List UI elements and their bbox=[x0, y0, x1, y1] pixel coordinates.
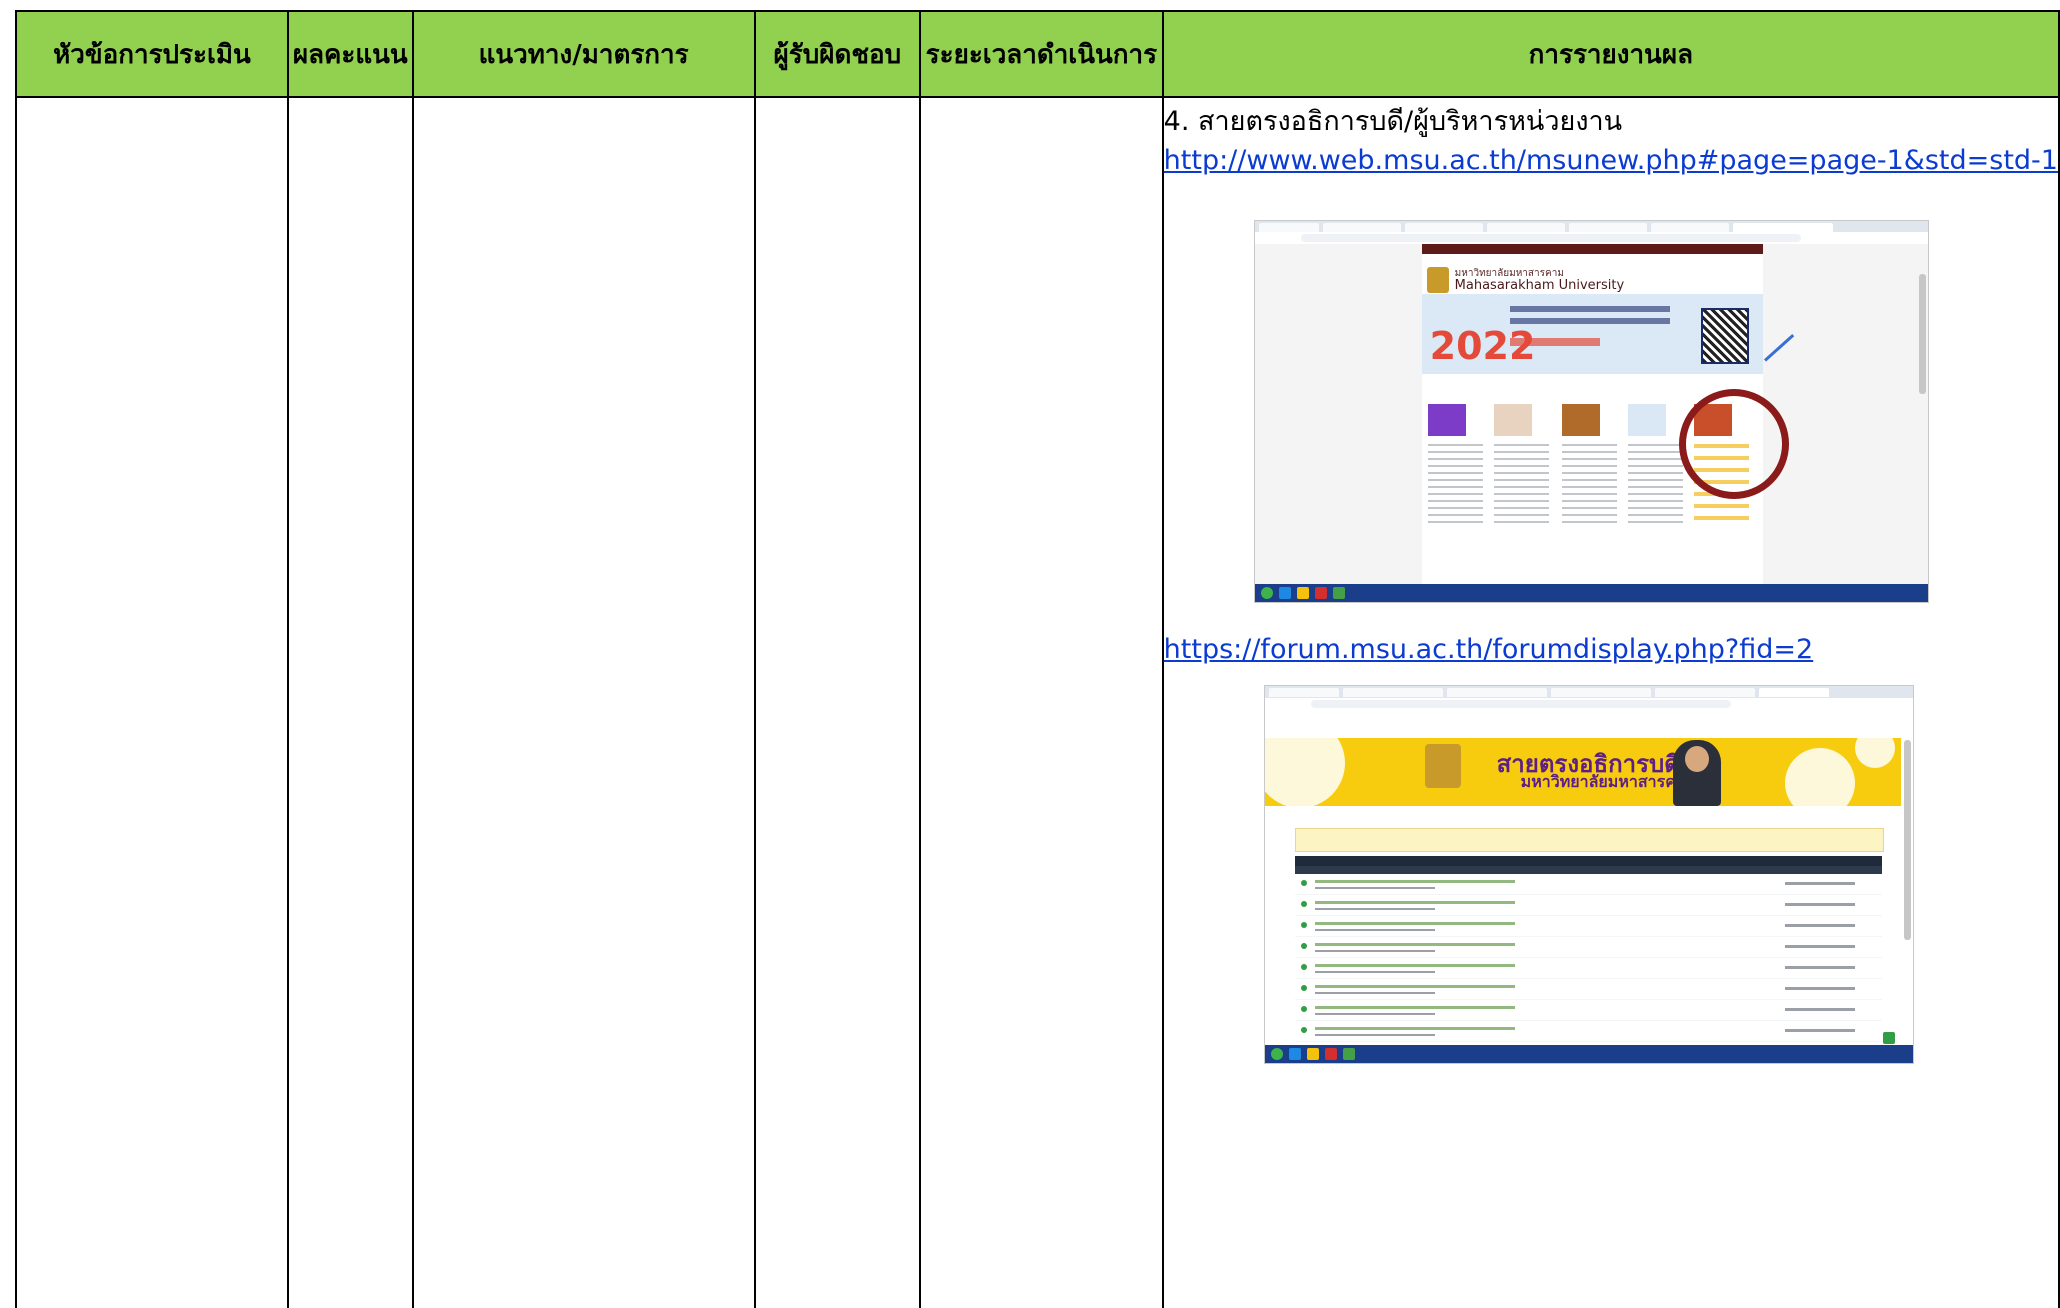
university-seal-icon bbox=[1424, 744, 1461, 788]
header-report: การรายงานผล bbox=[1161, 10, 2060, 98]
browser-tabs bbox=[1264, 686, 1913, 698]
header-responsible: ผู้รับผิดชอบ bbox=[753, 10, 922, 98]
header-row: หัวข้อการประเมิน ผลคะแนน แนวทาง/มาตรการ … bbox=[15, 10, 2060, 98]
ita-banner: 2022 bbox=[1421, 294, 1763, 374]
cell-duration bbox=[919, 96, 1164, 1308]
forum-link[interactable]: https://forum.msu.ac.th/forumdisplay.php… bbox=[1164, 633, 2058, 667]
windows-taskbar bbox=[1264, 1045, 1913, 1063]
scroll-top-button bbox=[1882, 1032, 1895, 1044]
windows-taskbar bbox=[1254, 584, 1928, 602]
browser-tabs bbox=[1254, 221, 1928, 232]
banner-year: 2022 bbox=[1429, 324, 1536, 368]
university-name-english: Mahasarakham University bbox=[1454, 278, 1625, 293]
cell-score bbox=[286, 96, 414, 1308]
cell-measures bbox=[411, 96, 756, 1308]
cell-responsible bbox=[753, 96, 922, 1308]
qr-code-icon bbox=[1700, 308, 1749, 364]
msu-news-link[interactable]: http://www.web.msu.ac.th/msunew.php#page… bbox=[1164, 144, 2058, 178]
university-homepage-screenshot: มหาวิทยาลัยมหาสารคาม Mahasarakham Univer… bbox=[1253, 220, 1929, 603]
thread-list bbox=[1294, 874, 1882, 1044]
report-item-text: 4. สายตรงอธิการบดี/ผู้บริหารหน่วยงาน bbox=[1163, 106, 1623, 137]
forum-subtitle: มหาวิทยาลัยมหาสารคาม bbox=[1520, 772, 1696, 791]
forum-notice bbox=[1294, 828, 1884, 852]
table-row: 4. สายตรงอธิการบดี/ผู้บริหารหน่วยงาน htt… bbox=[15, 96, 2060, 1308]
forum-page: สายตรงอธิการบดี มหาวิทยาลัยมหาสารคาม bbox=[1264, 710, 1913, 1045]
document-page: หัวข้อการประเมิน ผลคะแนน แนวทาง/มาตรการ … bbox=[0, 0, 2060, 1308]
thread-list-header bbox=[1294, 856, 1882, 866]
header-duration: ระยะเวลาดำเนินการ bbox=[919, 10, 1164, 98]
cell-topic bbox=[15, 96, 289, 1308]
header-score: ผลคะแนน bbox=[286, 10, 414, 98]
highlight-circle bbox=[1678, 389, 1789, 499]
header-measures: แนวทาง/มาตรการ bbox=[411, 10, 756, 98]
header-topic: หัวข้อการประเมิน bbox=[15, 10, 289, 98]
forum-banner: สายตรงอธิการบดี มหาวิทยาลัยมหาสารคาม bbox=[1264, 718, 1901, 818]
rector-forum-screenshot: สายตรงอธิการบดี มหาวิทยาลัยมหาสารคาม bbox=[1263, 685, 1914, 1064]
university-seal-icon bbox=[1426, 267, 1449, 293]
cell-report: 4. สายตรงอธิการบดี/ผู้บริหารหน่วยงาน htt… bbox=[1161, 96, 2060, 1308]
evaluation-table: หัวข้อการประเมิน ผลคะแนน แนวทาง/มาตรการ … bbox=[15, 10, 2060, 1308]
